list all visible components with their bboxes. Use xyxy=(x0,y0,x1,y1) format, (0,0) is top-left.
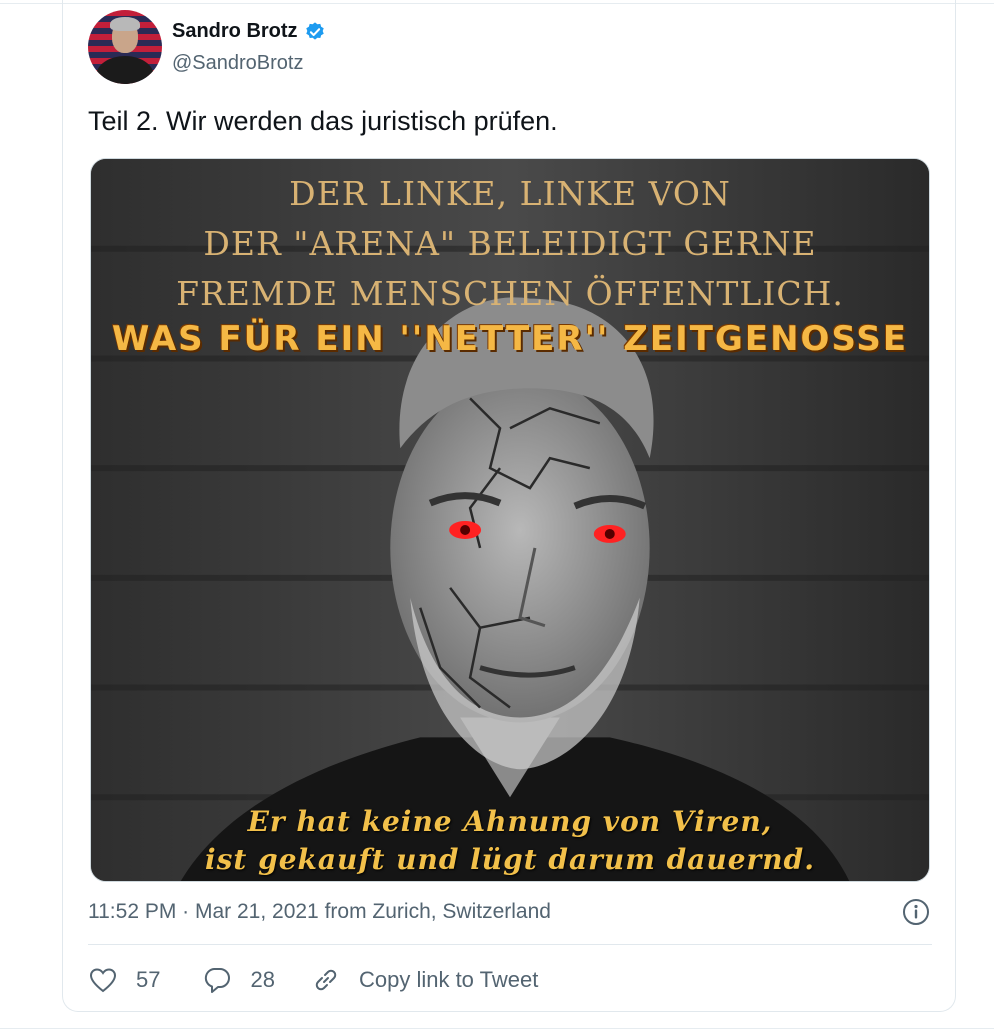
info-icon[interactable] xyxy=(902,898,930,926)
image-top-line: DER LINKE, LINKE VON xyxy=(289,174,731,213)
tweet-text: Teil 2. Wir werden das juristisch prüfen… xyxy=(88,106,558,136)
reply-count: 28 xyxy=(250,967,275,992)
reply-button[interactable]: 28 xyxy=(202,965,275,995)
tweet-actions: 57 28 Copy link to Tweet xyxy=(88,962,538,998)
divider xyxy=(88,944,932,945)
image-top-line: DER "ARENA" BELEIDIGT GERNE xyxy=(203,224,817,263)
image-bottom-line: Er hat keine Ahnung von Viren, xyxy=(247,805,773,838)
image-top-text: DER LINKE, LINKE VON DER "ARENA" BELEIDI… xyxy=(91,169,929,319)
copy-link-label: Copy link to Tweet xyxy=(358,967,539,992)
bottom-divider xyxy=(0,1028,994,1029)
like-button[interactable]: 57 xyxy=(88,965,160,995)
verified-badge-icon xyxy=(305,21,324,40)
tweet-image[interactable]: DER LINKE, LINKE VON DER "ARENA" BELEIDI… xyxy=(90,158,930,882)
like-count: 57 xyxy=(136,967,161,992)
author-row: Sandro Brotz xyxy=(172,20,326,43)
image-bottom-text: Er hat keine Ahnung von Viren, ist gekau… xyxy=(91,803,929,879)
image-headline: WAS FÜR EIN ''NETTER'' ZEITGENOSSE xyxy=(111,319,909,359)
author-name[interactable]: Sandro Brotz xyxy=(172,20,298,43)
image-bottom-line: ist gekauft und lügt darum dauernd. xyxy=(205,843,815,876)
image-top-line: FREMDE MENSCHEN ÖFFENTLICH. xyxy=(176,274,844,313)
copy-link-button[interactable]: Copy link to Tweet xyxy=(311,965,538,995)
heart-icon xyxy=(89,968,117,993)
avatar[interactable] xyxy=(88,10,162,84)
link-icon xyxy=(315,969,337,991)
tweet-timestamp[interactable]: 11:52 PM · Mar 21, 2021 from Zurich, Swi… xyxy=(88,900,551,924)
reply-bubble-icon xyxy=(205,968,231,993)
author-handle[interactable]: @SandroBrotz xyxy=(172,52,303,75)
